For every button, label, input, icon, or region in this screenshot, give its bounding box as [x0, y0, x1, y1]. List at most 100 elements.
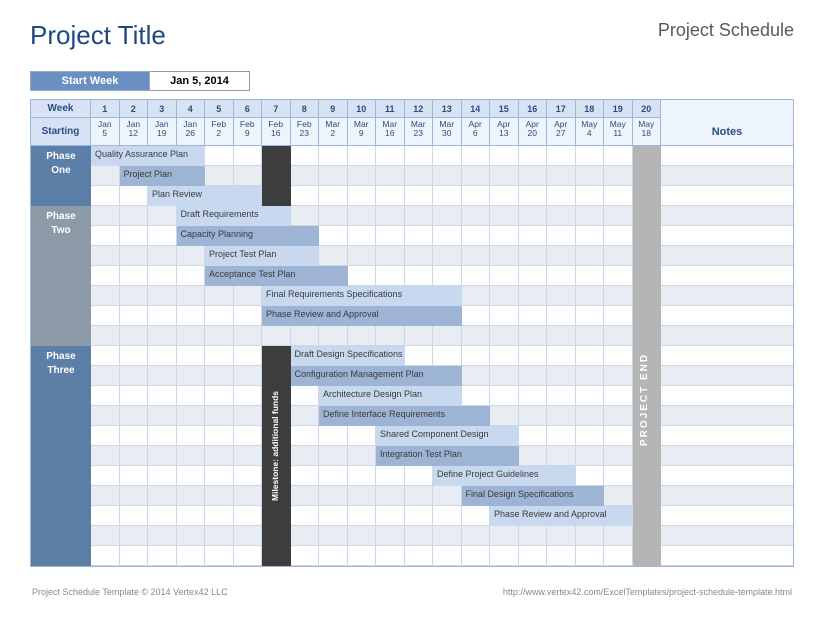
task-bar[interactable]: Project Plan	[120, 166, 206, 186]
gantt-row	[31, 186, 793, 206]
grid-cell	[120, 546, 149, 566]
grid-cell	[405, 186, 434, 206]
gantt-row	[31, 266, 793, 286]
notes-cell[interactable]	[661, 526, 793, 546]
grid-cell	[462, 546, 491, 566]
grid-cell	[462, 286, 491, 306]
gantt-row	[31, 346, 793, 366]
notes-cell[interactable]	[661, 326, 793, 346]
grid-cell	[576, 446, 605, 466]
grid-cell	[547, 446, 576, 466]
grid-cell	[519, 366, 548, 386]
notes-cell[interactable]	[661, 306, 793, 326]
grid-cell	[490, 346, 519, 366]
grid-cell	[348, 506, 377, 526]
grid-cell	[462, 246, 491, 266]
grid-cell	[234, 306, 263, 326]
grid-cell	[490, 246, 519, 266]
task-bar[interactable]: Integration Test Plan	[376, 446, 519, 466]
grid-cell	[576, 306, 605, 326]
task-bar[interactable]: Quality Assurance Plan	[91, 146, 205, 166]
task-bar[interactable]: Phase Review and Approval	[262, 306, 462, 326]
grid-cell	[490, 286, 519, 306]
gantt-row	[31, 466, 793, 486]
grid-cell	[120, 246, 149, 266]
task-bar[interactable]: Architecture Design Plan	[319, 386, 462, 406]
notes-cell[interactable]	[661, 426, 793, 446]
grid-cell	[205, 406, 234, 426]
notes-cell[interactable]	[661, 206, 793, 226]
grid-cell	[376, 206, 405, 226]
grid-cell	[234, 366, 263, 386]
task-bar[interactable]: Draft Requirements	[177, 206, 291, 226]
notes-cell[interactable]	[661, 226, 793, 246]
grid-cell	[291, 146, 320, 166]
notes-cell[interactable]	[661, 546, 793, 566]
task-bar[interactable]: Final Design Specifications	[462, 486, 605, 506]
grid-cell	[120, 486, 149, 506]
notes-cell[interactable]	[661, 386, 793, 406]
task-bar[interactable]: Define Interface Requirements	[319, 406, 490, 426]
grid-cell	[234, 346, 263, 366]
task-bar[interactable]: Define Project Guidelines	[433, 466, 576, 486]
notes-cell[interactable]	[661, 406, 793, 426]
notes-cell[interactable]	[661, 346, 793, 366]
grid-cell	[576, 246, 605, 266]
grid-cell	[291, 326, 320, 346]
notes-cell[interactable]	[661, 166, 793, 186]
task-bar[interactable]: Configuration Management Plan	[291, 366, 462, 386]
week-date-cell: Feb9	[234, 118, 263, 146]
notes-cell[interactable]	[661, 366, 793, 386]
task-bar[interactable]: Project Test Plan	[205, 246, 319, 266]
notes-cell[interactable]	[661, 506, 793, 526]
task-bar[interactable]: Phase Review and Approval	[490, 506, 633, 526]
grid-cell	[319, 246, 348, 266]
notes-cell[interactable]	[661, 446, 793, 466]
grid-cell	[120, 206, 149, 226]
grid-cell	[348, 186, 377, 206]
grid-cell	[120, 306, 149, 326]
grid-cell	[291, 186, 320, 206]
start-week-value[interactable]: Jan 5, 2014	[150, 71, 250, 91]
grid-cell	[177, 346, 206, 366]
grid-cell	[91, 466, 120, 486]
grid-cell	[148, 246, 177, 266]
task-bar[interactable]: Draft Design Specifications	[291, 346, 405, 366]
header-notes-spacer	[661, 100, 793, 118]
start-week-label: Start Week	[30, 71, 150, 91]
gantt-row	[31, 546, 793, 566]
grid-cell	[576, 286, 605, 306]
week-date-cell: Mar9	[348, 118, 377, 146]
notes-cell[interactable]	[661, 246, 793, 266]
grid-cell	[576, 226, 605, 246]
notes-cell[interactable]	[661, 486, 793, 506]
grid-cell	[519, 146, 548, 166]
grid-cell	[291, 406, 320, 426]
notes-cell[interactable]	[661, 186, 793, 206]
grid-cell	[576, 546, 605, 566]
task-bar[interactable]: Final Requirements Specifications	[262, 286, 462, 306]
notes-cell[interactable]	[661, 266, 793, 286]
grid-cell	[91, 246, 120, 266]
grid-cell	[433, 186, 462, 206]
grid-cell	[91, 426, 120, 446]
grid-cell	[319, 506, 348, 526]
grid-cell	[547, 526, 576, 546]
task-bar[interactable]: Acceptance Test Plan	[205, 266, 348, 286]
grid-cell	[576, 526, 605, 546]
grid-cell	[291, 166, 320, 186]
footer-link[interactable]: http://www.vertex42.com/ExcelTemplates/p…	[503, 587, 792, 597]
task-bar[interactable]: Capacity Planning	[177, 226, 320, 246]
notes-cell[interactable]	[661, 466, 793, 486]
notes-cell[interactable]	[661, 286, 793, 306]
grid-cell	[148, 486, 177, 506]
week-date-cell: Jan12	[120, 118, 149, 146]
grid-cell	[433, 486, 462, 506]
grid-cell	[177, 326, 206, 346]
task-bar[interactable]: Shared Component Design	[376, 426, 519, 446]
grid-cell	[604, 186, 633, 206]
task-bar[interactable]: Plan Review	[148, 186, 262, 206]
notes-cell[interactable]	[661, 146, 793, 166]
grid-cell	[547, 426, 576, 446]
week-number-cell: 20	[633, 100, 662, 118]
